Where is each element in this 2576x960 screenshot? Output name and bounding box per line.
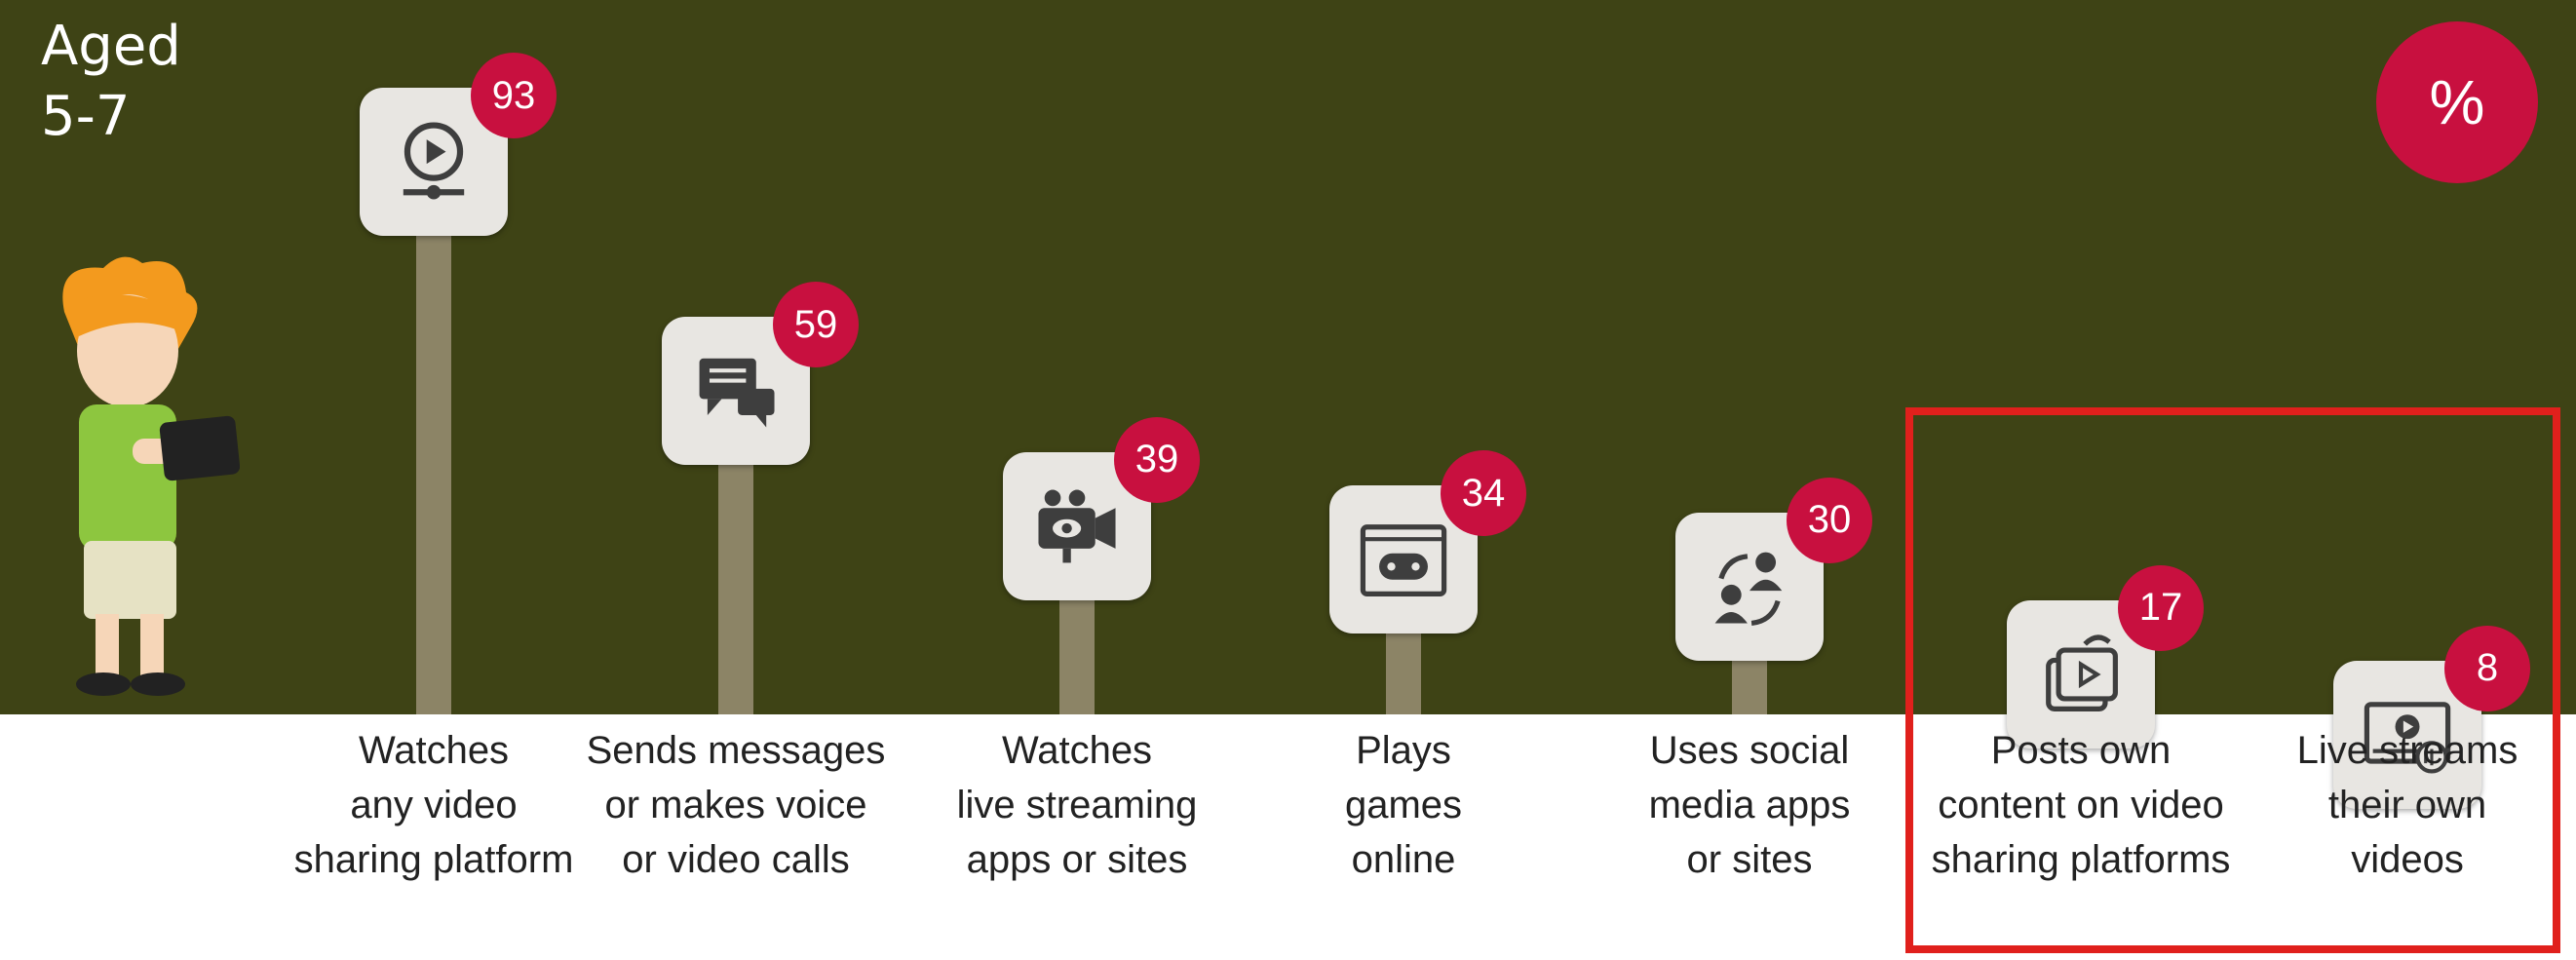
value-label: 59 [773, 282, 859, 368]
child-with-tablet-illustration [62, 256, 240, 696]
category-label: Watches any video sharing platform [293, 729, 574, 881]
category-label: Uses social media apps or sites [1648, 729, 1851, 881]
category-label: Plays games online [1344, 729, 1463, 881]
chart: Aged 5-7 % 93 Watches any video sharing p… [0, 0, 2576, 960]
chat-bubbles-icon [699, 359, 775, 428]
share-video-icon [2046, 634, 2118, 711]
video-camera-icon [1038, 489, 1116, 562]
value-label: 93 [471, 53, 557, 139]
value-label: 39 [1114, 416, 1200, 503]
social-people-icon [1714, 552, 1783, 626]
game-controller-icon [1360, 524, 1447, 597]
percent-unit-badge: % [2376, 21, 2538, 183]
value-label: 30 [1787, 477, 1872, 563]
category-label: Sends messages or makes voice or video c… [586, 729, 886, 881]
value-label: 8 [2444, 625, 2530, 711]
category-label: Live streams their own videos [2296, 729, 2518, 881]
age-group-label: Aged 5-7 [41, 15, 181, 148]
video-player-icon [403, 122, 465, 200]
value-label: 34 [1441, 450, 1526, 537]
bar-pole [416, 162, 451, 714]
category-label: Posts own content on video sharing platf… [1931, 729, 2231, 881]
category-label: Watches live streaming apps or sites [956, 729, 1198, 881]
value-label: 17 [2118, 564, 2204, 651]
